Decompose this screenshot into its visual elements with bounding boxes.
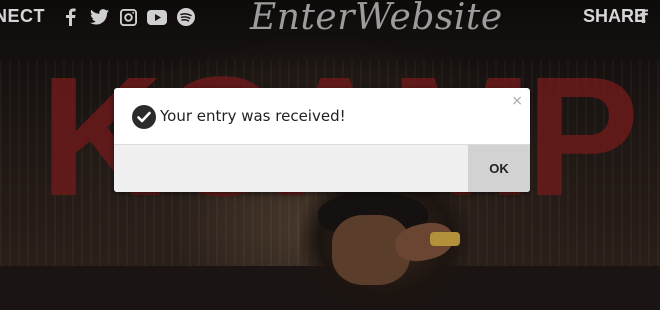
facebook-icon[interactable] <box>60 7 80 27</box>
instagram-icon[interactable] <box>118 7 138 27</box>
twitter-icon[interactable] <box>89 7 109 27</box>
spotify-icon[interactable] <box>176 7 196 27</box>
share-facebook-icon[interactable]: f <box>640 7 648 28</box>
youtube-icon[interactable] <box>147 7 167 27</box>
dialog-body: Your entry was received! × <box>114 88 530 144</box>
ok-button[interactable]: OK <box>468 145 530 192</box>
share-links: f <box>640 7 648 28</box>
close-icon[interactable]: × <box>511 93 523 109</box>
confirmation-dialog: Your entry was received! × OK <box>114 88 530 192</box>
dialog-footer: OK <box>114 144 530 192</box>
social-links <box>60 7 196 27</box>
dialog-message: Your entry was received! <box>160 107 346 125</box>
site-logo[interactable]: EnterWebsite <box>250 0 503 38</box>
share-label: SHARE <box>583 6 647 26</box>
connect-label: NECT <box>0 6 45 26</box>
artist-chain <box>430 232 460 246</box>
header-bar: NECT EnterWebsite SHARE f <box>0 0 660 38</box>
check-circle-icon <box>132 105 156 129</box>
